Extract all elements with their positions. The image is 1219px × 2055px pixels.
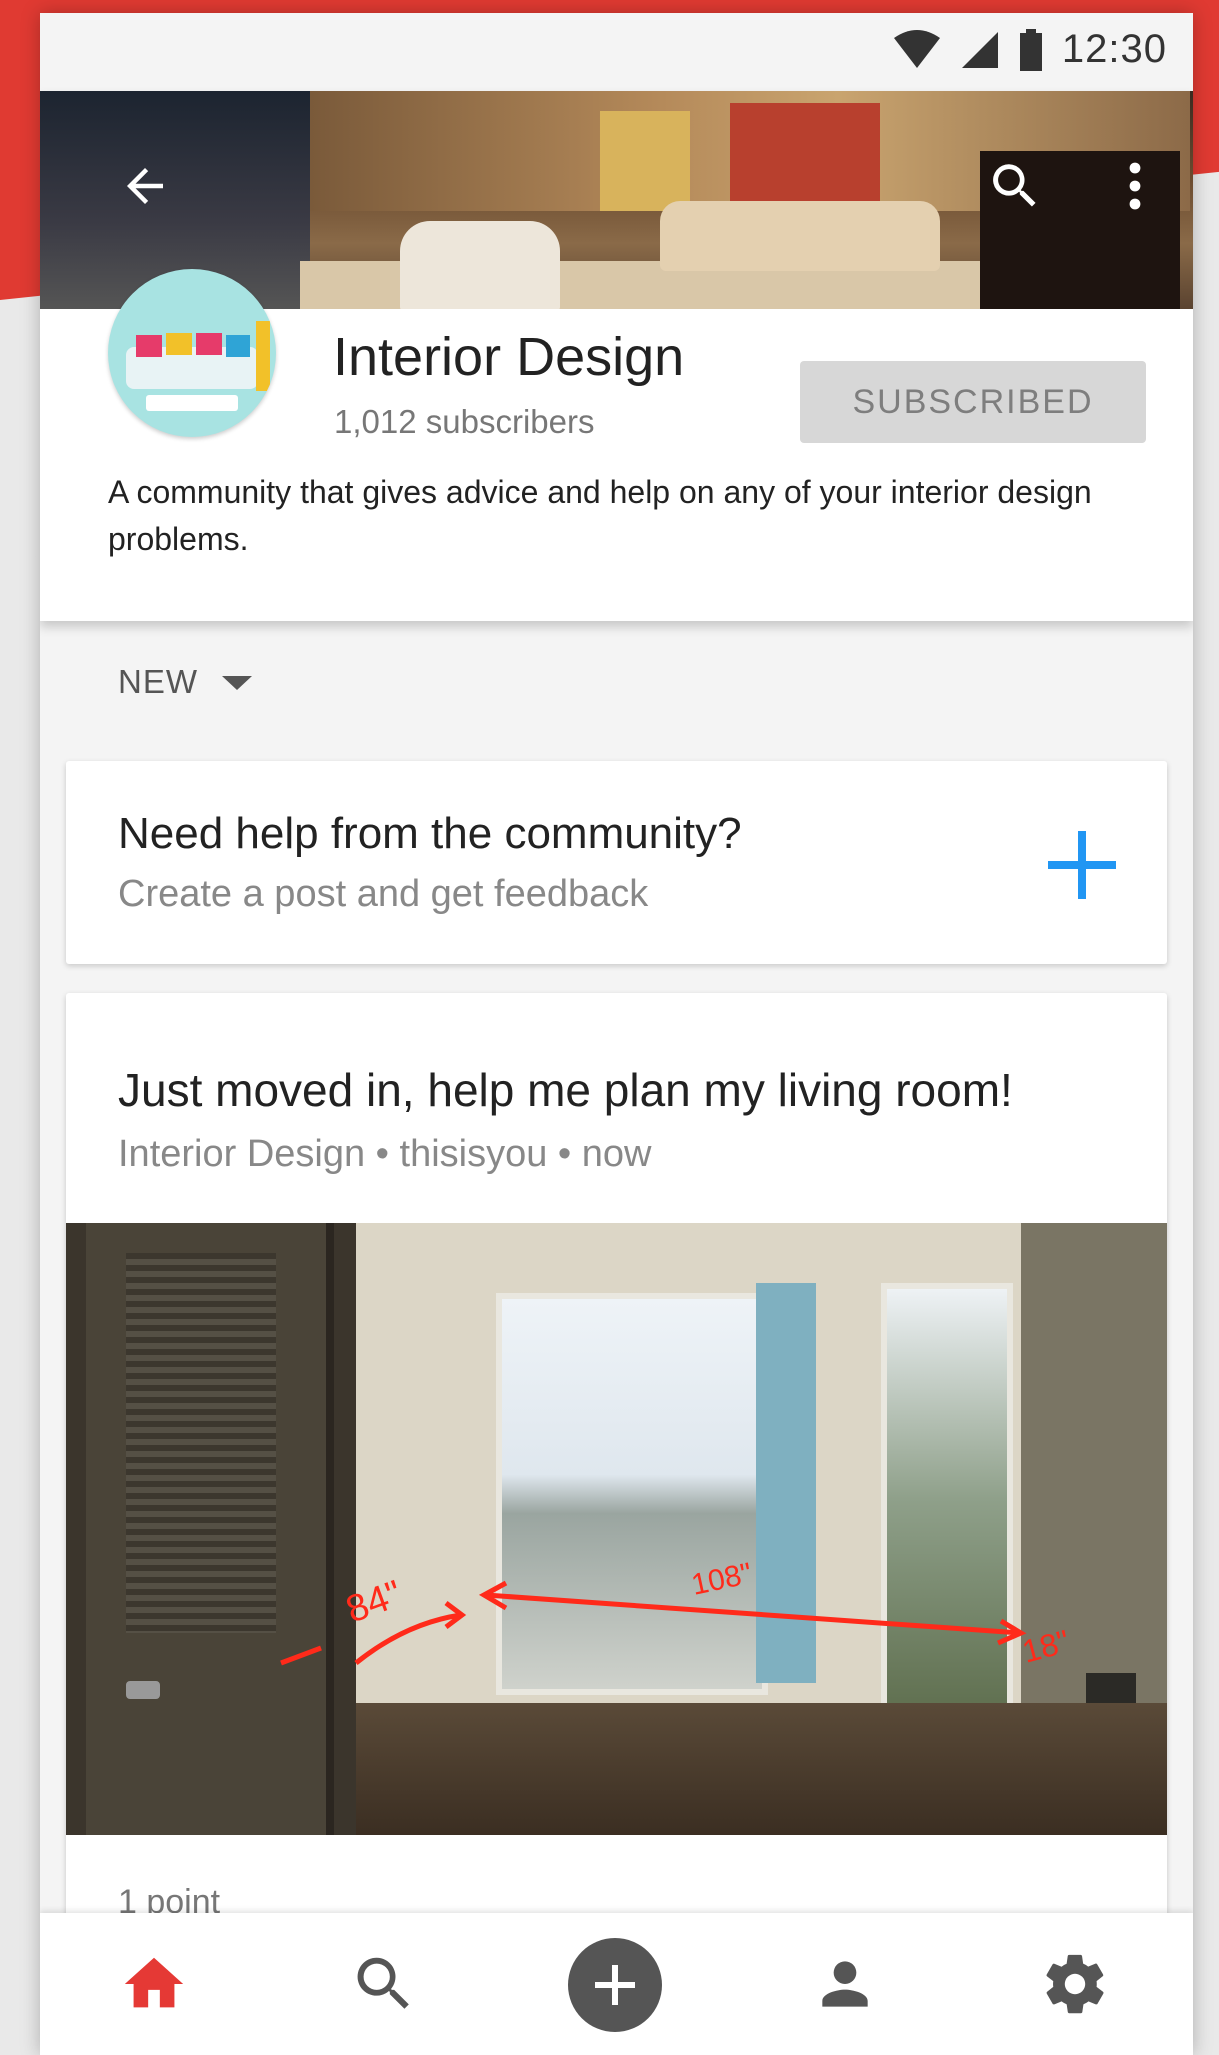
back-button[interactable] xyxy=(110,151,180,221)
battery-icon xyxy=(1019,28,1042,71)
annotation-84: 84" xyxy=(341,1573,408,1632)
subscribed-button[interactable]: SUBSCRIBED xyxy=(800,361,1146,443)
person-icon xyxy=(822,1961,868,2007)
more-options-button[interactable] xyxy=(1115,151,1155,221)
status-bar: 12:30 xyxy=(40,13,1193,91)
phone-screen: 12:30 Interior Design 1,012 subscribers … xyxy=(40,13,1193,2055)
create-post-title: Need help from the community? xyxy=(118,809,742,858)
annotation-18: 18" xyxy=(1018,1623,1073,1670)
search-button[interactable] xyxy=(980,151,1050,221)
caret-down-icon xyxy=(222,676,252,690)
status-time: 12:30 xyxy=(1061,27,1167,71)
post-image[interactable]: 84" 108" 18" xyxy=(66,1223,1167,1835)
nav-search[interactable] xyxy=(339,1939,429,2029)
search-icon xyxy=(993,164,1036,207)
post-card[interactable]: Just moved in, help me plan my living ro… xyxy=(66,993,1167,2055)
create-post-subtitle: Create a post and get feedback xyxy=(118,873,649,915)
create-post-card[interactable]: Need help from the community? Create a p… xyxy=(66,761,1167,964)
annotation-108: 108" xyxy=(689,1557,755,1602)
bottom-navigation xyxy=(40,1913,1193,2055)
search-icon xyxy=(357,1957,409,2009)
more-vert-icon xyxy=(1129,162,1141,210)
sort-dropdown[interactable]: NEW xyxy=(118,663,252,701)
nav-profile[interactable] xyxy=(800,1939,890,2029)
post-title[interactable]: Just moved in, help me plan my living ro… xyxy=(118,1063,1013,1117)
community-description: A community that gives advice and help o… xyxy=(108,474,1092,557)
wifi-icon xyxy=(893,29,940,68)
post-meta: Interior Design • thisisyou • now xyxy=(118,1133,652,1175)
add-circle-icon xyxy=(568,1938,662,2032)
community-avatar xyxy=(108,269,276,437)
subscriber-count: 1,012 subscribers xyxy=(334,403,595,440)
community-title: Interior Design xyxy=(333,327,685,387)
measurement-annotations: 84" 108" 18" xyxy=(280,1557,1073,1670)
arrow-back-icon xyxy=(127,168,163,204)
settings-icon xyxy=(1046,1954,1104,2014)
plus-icon[interactable] xyxy=(1046,829,1118,901)
home-icon xyxy=(124,1957,184,2008)
nav-home[interactable] xyxy=(109,1939,199,2029)
signal-icon xyxy=(961,31,998,68)
community-header: Interior Design 1,012 subscribers SUBSCR… xyxy=(40,91,1193,621)
nav-settings[interactable] xyxy=(1030,1939,1120,2029)
nav-create-post[interactable] xyxy=(567,1937,663,2033)
sort-label: NEW xyxy=(118,663,198,700)
